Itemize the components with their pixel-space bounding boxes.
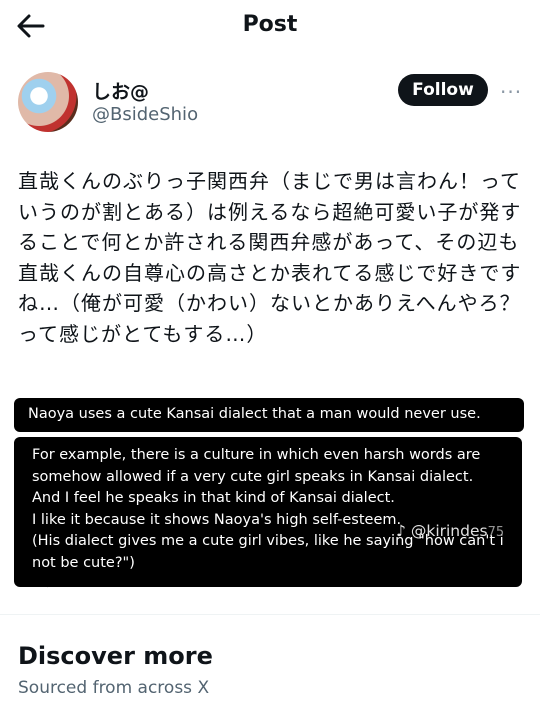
top-bar: Post <box>0 0 540 52</box>
caption-line-2: For example, there is a culture in which… <box>32 447 504 571</box>
avatar[interactable] <box>18 72 78 132</box>
author-name[interactable]: しお@ <box>92 77 149 104</box>
caption-overlay-1: Naoya uses a cute Kansai dialect that a … <box>14 398 524 432</box>
divider <box>0 614 540 615</box>
follow-button[interactable]: Follow <box>398 74 488 106</box>
author-handle[interactable]: @BsideShio <box>92 104 198 125</box>
post-text: 直哉くんのぶりっ子関西弁（まじで男は言わん！っていうのが割とある）は例えるなら超… <box>18 169 522 346</box>
tiktok-icon: ♪ <box>396 522 406 540</box>
watermark-tail: 75 <box>487 525 505 540</box>
watermark-handle: @kirindes <box>410 522 488 540</box>
tiktok-watermark: ♪ @kirindes75 <box>396 522 504 540</box>
more-options-icon[interactable]: ··· <box>500 80 522 104</box>
discover-more-heading: Discover more <box>18 642 213 670</box>
caption-overlay-2: For example, there is a culture in which… <box>14 437 522 587</box>
discover-more-subtitle: Sourced from across X <box>18 678 210 698</box>
caption-line-1: Naoya uses a cute Kansai dialect that a … <box>28 406 481 422</box>
page-title: Post <box>242 12 298 37</box>
